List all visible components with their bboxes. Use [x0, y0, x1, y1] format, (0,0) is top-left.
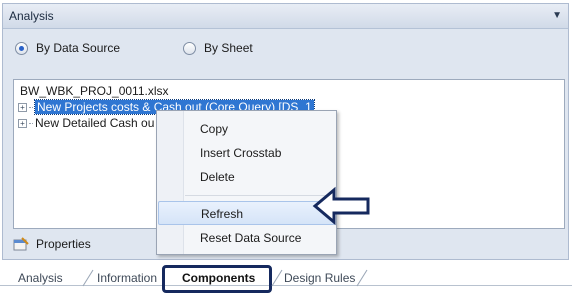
menu-item-copy[interactable]: Copy: [158, 117, 335, 141]
tree-node-label[interactable]: New Detailed Cash ou: [35, 116, 154, 130]
radio-by-data-source[interactable]: By Data Source: [15, 41, 120, 55]
menu-item-reset-data-source[interactable]: Reset Data Source: [158, 226, 335, 250]
properties-icon: [13, 237, 29, 251]
radio-selected-icon: [15, 41, 28, 55]
tab-divider: [271, 269, 283, 287]
pane-title: Analysis: [9, 9, 54, 23]
tab-information[interactable]: Information: [97, 271, 157, 285]
radio-by-data-source-label: By Data Source: [36, 41, 121, 55]
tab-divider: [356, 269, 368, 287]
radio-by-sheet-label: By Sheet: [204, 41, 253, 55]
radio-unselected-icon: [183, 41, 196, 55]
expand-plus-icon[interactable]: +: [18, 118, 27, 128]
view-mode-options: By Data Source By Sheet: [3, 29, 568, 69]
bottom-tab-bar: Analysis Information Components Design R…: [0, 265, 572, 296]
workbook-file-name: BW_WBK_PROJ_0011.xlsx: [20, 84, 169, 98]
radio-by-sheet[interactable]: By Sheet: [183, 41, 253, 55]
menu-separator: [185, 195, 333, 196]
tab-design-rules[interactable]: Design Rules: [284, 271, 355, 285]
context-menu: Copy Insert Crosstab Delete Refresh Rese…: [156, 110, 337, 255]
tab-divider: [82, 269, 94, 287]
properties-label: Properties: [36, 237, 91, 251]
tree-node-detailed-cash-out[interactable]: + New Detailed Cash ou: [18, 116, 154, 130]
menu-item-insert-crosstab[interactable]: Insert Crosstab: [158, 141, 335, 165]
expand-plus-icon[interactable]: +: [18, 102, 27, 112]
tab-components[interactable]: Components: [182, 271, 255, 285]
pane-title-bar: Analysis ▼: [3, 4, 568, 29]
dropdown-arrow-icon[interactable]: ▼: [552, 10, 562, 21]
tab-analysis[interactable]: Analysis: [18, 271, 63, 285]
menu-item-delete[interactable]: Delete: [158, 165, 335, 189]
left-arrow-callout-icon: [312, 186, 370, 226]
menu-item-refresh[interactable]: Refresh: [158, 201, 335, 225]
properties-button[interactable]: Properties: [13, 232, 91, 256]
